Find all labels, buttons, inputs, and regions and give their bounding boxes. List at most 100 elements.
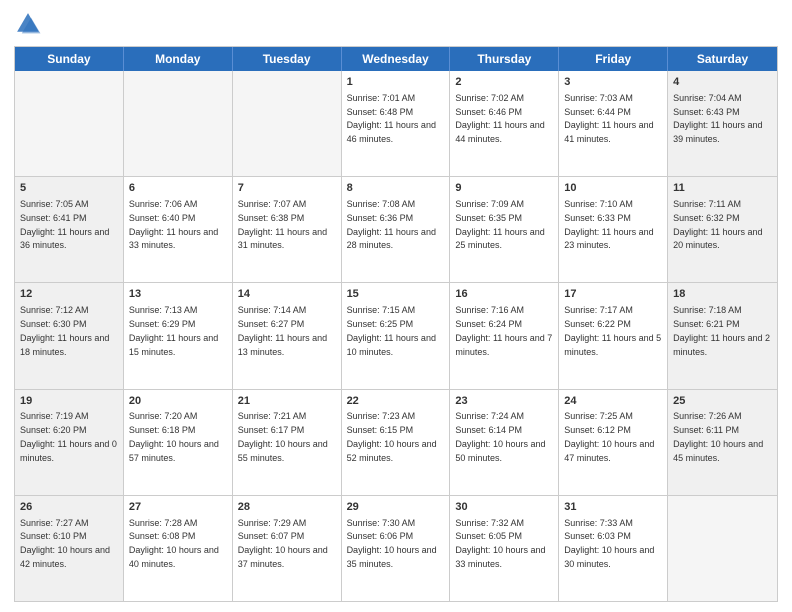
- calendar-cell-2-3: 15 Sunrise: 7:15 AMSunset: 6:25 PMDayligh…: [342, 283, 451, 388]
- cell-info: Sunrise: 7:30 AMSunset: 6:06 PMDaylight:…: [347, 518, 437, 569]
- day-number: 21: [238, 394, 336, 409]
- cell-info: Sunrise: 7:32 AMSunset: 6:05 PMDaylight:…: [455, 518, 545, 569]
- cell-info: Sunrise: 7:24 AMSunset: 6:14 PMDaylight:…: [455, 411, 545, 462]
- calendar-cell-4-3: 29 Sunrise: 7:30 AMSunset: 6:06 PMDayligh…: [342, 496, 451, 601]
- calendar-cell-4-2: 28Sunrise: 7:29 AMSunset: 6:07 PMDayligh…: [233, 496, 342, 601]
- calendar-cell-1-5: 10 Sunrise: 7:10 AMSunset: 6:33 PMDayligh…: [559, 177, 668, 282]
- cell-info: Sunrise: 7:11 AMSunset: 6:32 PMDaylight:…: [673, 199, 762, 250]
- cell-info: Sunrise: 7:01 AMSunset: 6:48 PMDaylight:…: [347, 93, 436, 144]
- day-number: 30: [455, 500, 553, 515]
- header-day-monday: Monday: [124, 47, 233, 71]
- calendar-cell-0-5: 3 Sunrise: 7:03 AMSunset: 6:44 PMDaylight…: [559, 71, 668, 176]
- day-number: 12: [20, 287, 118, 302]
- calendar-cell-2-0: 12 Sunrise: 7:12 AMSunset: 6:30 PMDayligh…: [15, 283, 124, 388]
- calendar-cell-4-0: 26Sunrise: 7:27 AMSunset: 6:10 PMDayligh…: [15, 496, 124, 601]
- calendar-cell-2-1: 13 Sunrise: 7:13 AMSunset: 6:29 PMDayligh…: [124, 283, 233, 388]
- cell-info: Sunrise: 7:02 AMSunset: 6:46 PMDaylight:…: [455, 93, 544, 144]
- calendar-cell-4-5: 31 Sunrise: 7:33 AMSunset: 6:03 PMDayligh…: [559, 496, 668, 601]
- cell-info: Sunrise: 7:14 AMSunset: 6:27 PMDaylight:…: [238, 305, 327, 356]
- day-number: 24: [564, 394, 662, 409]
- day-number: 9: [455, 181, 553, 196]
- day-number: 8: [347, 181, 445, 196]
- calendar-row-1: 5 Sunrise: 7:05 AMSunset: 6:41 PMDaylight…: [15, 176, 777, 282]
- calendar-cell-1-4: 9 Sunrise: 7:09 AMSunset: 6:35 PMDaylight…: [450, 177, 559, 282]
- calendar-cell-0-6: 4Sunrise: 7:04 AMSunset: 6:43 PMDaylight…: [668, 71, 777, 176]
- cell-info: Sunrise: 7:25 AMSunset: 6:12 PMDaylight:…: [564, 411, 654, 462]
- cell-info: Sunrise: 7:08 AMSunset: 6:36 PMDaylight:…: [347, 199, 436, 250]
- cell-info: Sunrise: 7:19 AMSunset: 6:20 PMDaylight:…: [20, 411, 117, 462]
- day-number: 23: [455, 394, 553, 409]
- day-number: 5: [20, 181, 118, 196]
- day-number: 19: [20, 394, 118, 409]
- calendar: SundayMondayTuesdayWednesdayThursdayFrid…: [14, 46, 778, 602]
- calendar-header: SundayMondayTuesdayWednesdayThursdayFrid…: [15, 47, 777, 71]
- header-day-saturday: Saturday: [668, 47, 777, 71]
- calendar-row-4: 26Sunrise: 7:27 AMSunset: 6:10 PMDayligh…: [15, 495, 777, 601]
- calendar-cell-2-6: 18Sunrise: 7:18 AMSunset: 6:21 PMDayligh…: [668, 283, 777, 388]
- cell-info: Sunrise: 7:03 AMSunset: 6:44 PMDaylight:…: [564, 93, 653, 144]
- calendar-cell-1-3: 8 Sunrise: 7:08 AMSunset: 6:36 PMDaylight…: [342, 177, 451, 282]
- calendar-cell-1-1: 6 Sunrise: 7:06 AMSunset: 6:40 PMDaylight…: [124, 177, 233, 282]
- calendar-cell-0-4: 2 Sunrise: 7:02 AMSunset: 6:46 PMDaylight…: [450, 71, 559, 176]
- cell-info: Sunrise: 7:27 AMSunset: 6:10 PMDaylight:…: [20, 518, 110, 569]
- header-day-tuesday: Tuesday: [233, 47, 342, 71]
- calendar-cell-3-4: 23 Sunrise: 7:24 AMSunset: 6:14 PMDayligh…: [450, 390, 559, 495]
- calendar-cell-0-3: 1 Sunrise: 7:01 AMSunset: 6:48 PMDaylight…: [342, 71, 451, 176]
- logo-icon: [14, 10, 42, 38]
- day-number: 2: [455, 75, 553, 90]
- cell-info: Sunrise: 7:09 AMSunset: 6:35 PMDaylight:…: [455, 199, 544, 250]
- cell-info: Sunrise: 7:06 AMSunset: 6:40 PMDaylight:…: [129, 199, 218, 250]
- calendar-cell-1-2: 7Sunrise: 7:07 AMSunset: 6:38 PMDaylight…: [233, 177, 342, 282]
- day-number: 22: [347, 394, 445, 409]
- day-number: 31: [564, 500, 662, 515]
- day-number: 6: [129, 181, 227, 196]
- cell-info: Sunrise: 7:21 AMSunset: 6:17 PMDaylight:…: [238, 411, 328, 462]
- day-number: 10: [564, 181, 662, 196]
- day-number: 29: [347, 500, 445, 515]
- cell-info: Sunrise: 7:15 AMSunset: 6:25 PMDaylight:…: [347, 305, 436, 356]
- header-day-friday: Friday: [559, 47, 668, 71]
- cell-info: Sunrise: 7:04 AMSunset: 6:43 PMDaylight:…: [673, 93, 762, 144]
- day-number: 20: [129, 394, 227, 409]
- cell-info: Sunrise: 7:05 AMSunset: 6:41 PMDaylight:…: [20, 199, 109, 250]
- cell-info: Sunrise: 7:10 AMSunset: 6:33 PMDaylight:…: [564, 199, 653, 250]
- header-day-sunday: Sunday: [15, 47, 124, 71]
- calendar-cell-4-4: 30 Sunrise: 7:32 AMSunset: 6:05 PMDayligh…: [450, 496, 559, 601]
- calendar-cell-3-2: 21 Sunrise: 7:21 AMSunset: 6:17 PMDayligh…: [233, 390, 342, 495]
- day-number: 27: [129, 500, 227, 515]
- calendar-row-3: 19 Sunrise: 7:19 AMSunset: 6:20 PMDayligh…: [15, 389, 777, 495]
- calendar-cell-1-0: 5 Sunrise: 7:05 AMSunset: 6:41 PMDaylight…: [15, 177, 124, 282]
- day-number: 13: [129, 287, 227, 302]
- cell-info: Sunrise: 7:12 AMSunset: 6:30 PMDaylight:…: [20, 305, 109, 356]
- day-number: 14: [238, 287, 336, 302]
- cell-info: Sunrise: 7:28 AMSunset: 6:08 PMDaylight:…: [129, 518, 219, 569]
- calendar-cell-4-6: [668, 496, 777, 601]
- day-number: 1: [347, 75, 445, 90]
- cell-info: Sunrise: 7:20 AMSunset: 6:18 PMDaylight:…: [129, 411, 219, 462]
- calendar-cell-3-6: 25Sunrise: 7:26 AMSunset: 6:11 PMDayligh…: [668, 390, 777, 495]
- calendar-row-2: 12 Sunrise: 7:12 AMSunset: 6:30 PMDayligh…: [15, 282, 777, 388]
- day-number: 11: [673, 181, 772, 196]
- day-number: 7: [238, 181, 336, 196]
- cell-info: Sunrise: 7:17 AMSunset: 6:22 PMDaylight:…: [564, 305, 661, 356]
- calendar-cell-2-2: 14 Sunrise: 7:14 AMSunset: 6:27 PMDayligh…: [233, 283, 342, 388]
- calendar-cell-2-4: 16Sunrise: 7:16 AMSunset: 6:24 PMDayligh…: [450, 283, 559, 388]
- calendar-cell-4-1: 27 Sunrise: 7:28 AMSunset: 6:08 PMDayligh…: [124, 496, 233, 601]
- cell-info: Sunrise: 7:29 AMSunset: 6:07 PMDaylight:…: [238, 518, 328, 569]
- calendar-cell-0-1: [124, 71, 233, 176]
- calendar-cell-3-0: 19 Sunrise: 7:19 AMSunset: 6:20 PMDayligh…: [15, 390, 124, 495]
- header: [14, 10, 778, 38]
- calendar-cell-3-1: 20 Sunrise: 7:20 AMSunset: 6:18 PMDayligh…: [124, 390, 233, 495]
- calendar-cell-1-6: 11 Sunrise: 7:11 AMSunset: 6:32 PMDayligh…: [668, 177, 777, 282]
- calendar-cell-0-0: [15, 71, 124, 176]
- day-number: 3: [564, 75, 662, 90]
- header-day-thursday: Thursday: [450, 47, 559, 71]
- calendar-row-0: 1 Sunrise: 7:01 AMSunset: 6:48 PMDaylight…: [15, 71, 777, 176]
- day-number: 15: [347, 287, 445, 302]
- day-number: 25: [673, 394, 772, 409]
- page: SundayMondayTuesdayWednesdayThursdayFrid…: [0, 0, 792, 612]
- day-number: 17: [564, 287, 662, 302]
- logo: [14, 10, 46, 38]
- cell-info: Sunrise: 7:13 AMSunset: 6:29 PMDaylight:…: [129, 305, 218, 356]
- cell-info: Sunrise: 7:33 AMSunset: 6:03 PMDaylight:…: [564, 518, 654, 569]
